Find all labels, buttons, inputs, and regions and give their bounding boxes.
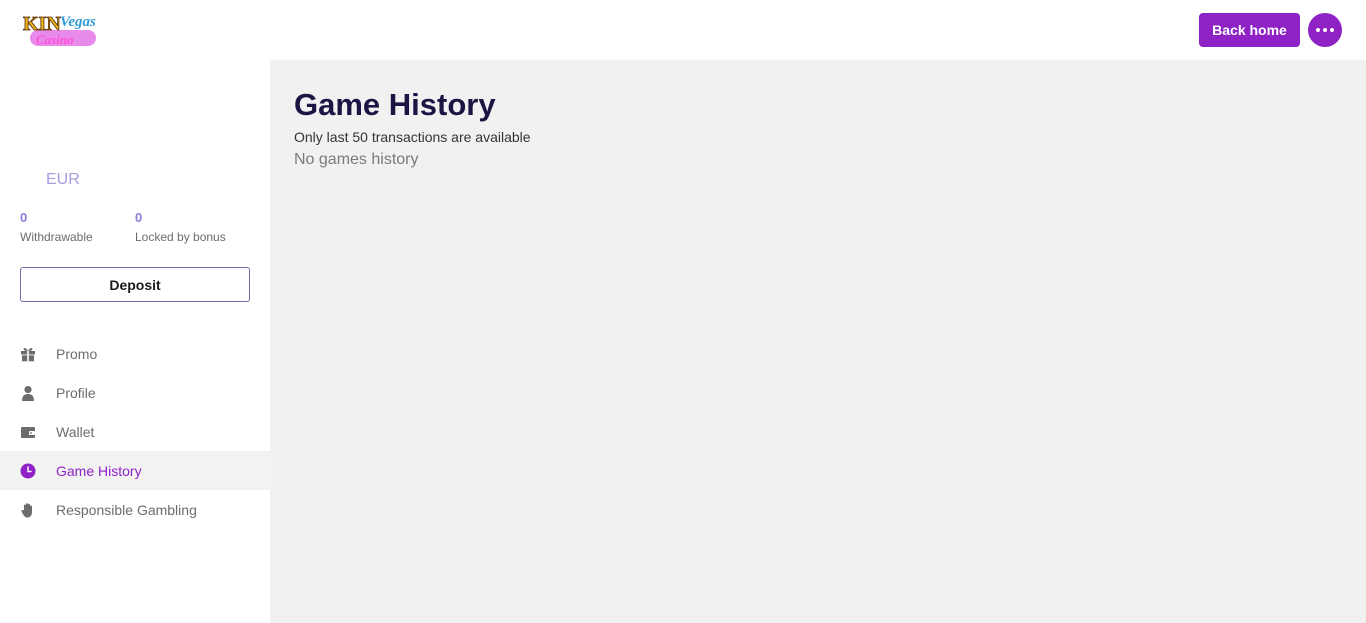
sidebar-item-label: Profile [56, 384, 96, 401]
sidebar-item-game-history[interactable]: Game History [0, 451, 270, 490]
ellipsis-icon [1316, 28, 1320, 32]
account-sidebar: EUR 0 Withdrawable 0 Locked by bonus Dep… [0, 60, 270, 623]
empty-state-message: No games history [294, 151, 419, 168]
ellipsis-dot [1323, 28, 1327, 32]
back-home-button[interactable]: Back home [1199, 13, 1300, 47]
sidebar-item-label: Responsible Gambling [56, 501, 197, 518]
top-header: KIN Vegas Casino Back home [0, 0, 1366, 60]
user-icon [20, 385, 36, 401]
svg-text:Casino: Casino [36, 32, 74, 47]
more-menu-button[interactable] [1308, 13, 1342, 47]
withdrawable-stat: 0 Withdrawable [20, 210, 93, 244]
hand-icon [20, 502, 36, 518]
svg-text:Vegas: Vegas [60, 14, 96, 30]
sidebar-nav: Promo Profile Wallet Game History Respon… [0, 334, 270, 529]
wallet-icon [20, 424, 36, 440]
sidebar-item-label: Wallet [56, 423, 95, 440]
deposit-button[interactable]: Deposit [20, 267, 250, 302]
locked-by-bonus-stat: 0 Locked by bonus [135, 210, 226, 244]
locked-by-bonus-label: Locked by bonus [135, 230, 226, 244]
gift-icon [20, 346, 36, 362]
sidebar-item-wallet[interactable]: Wallet [0, 412, 270, 451]
transactions-note: Only last 50 transactions are available [294, 129, 531, 145]
ellipsis-dot [1330, 28, 1334, 32]
withdrawable-label: Withdrawable [20, 230, 93, 244]
withdrawable-value: 0 [20, 210, 28, 225]
sidebar-item-label: Game History [56, 462, 142, 479]
sidebar-item-promo[interactable]: Promo [0, 334, 270, 373]
clock-icon [20, 463, 36, 479]
site-logo[interactable]: KIN Vegas Casino [20, 8, 106, 52]
sidebar-item-profile[interactable]: Profile [0, 373, 270, 412]
sidebar-item-label: Promo [56, 345, 98, 362]
main-content: Game History Only last 50 transactions a… [270, 60, 1366, 623]
sidebar-item-responsible-gambling[interactable]: Responsible Gambling [0, 490, 270, 529]
locked-by-bonus-value: 0 [135, 210, 143, 225]
currency-label: EUR [46, 171, 80, 188]
page-title: Game History [294, 87, 496, 122]
